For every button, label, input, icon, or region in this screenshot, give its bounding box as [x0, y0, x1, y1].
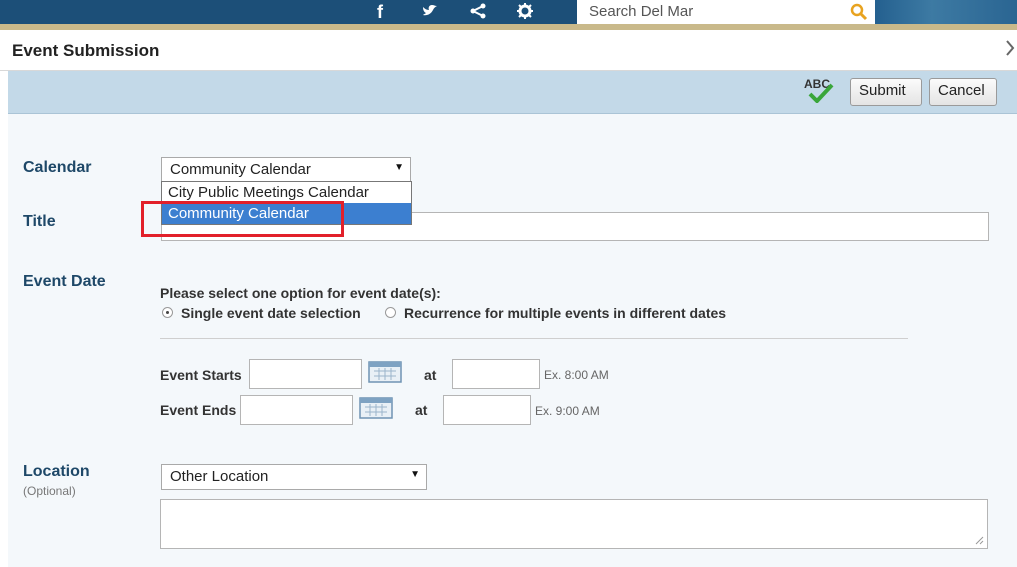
- resize-handle-icon[interactable]: [975, 536, 984, 545]
- caret-down-icon: ▼: [410, 469, 420, 480]
- location-details-textarea[interactable]: [160, 499, 988, 549]
- submit-button[interactable]: Submit: [850, 78, 922, 106]
- start-time-example: Ex. 8:00 AM: [544, 368, 609, 382]
- dialog-title: Event Submission: [12, 41, 160, 60]
- checkmark-icon: [808, 83, 834, 103]
- event-end-date-input[interactable]: [240, 395, 353, 425]
- at-label: at: [415, 402, 428, 418]
- recurrence-option-label[interactable]: Recurrence for multiple events in differ…: [404, 305, 726, 321]
- location-selected-value: Other Location: [170, 468, 269, 485]
- section-divider: [160, 338, 908, 339]
- event-ends-label: Event Ends: [160, 402, 237, 418]
- event-start-date-input[interactable]: [249, 359, 362, 389]
- end-time-example: Ex. 9:00 AM: [535, 404, 600, 418]
- share-icon[interactable]: [468, 2, 488, 22]
- calendar-option-city-public-meetings[interactable]: City Public Meetings Calendar: [162, 182, 411, 203]
- twitter-icon[interactable]: [420, 2, 440, 22]
- event-start-time-input[interactable]: [452, 359, 540, 389]
- calendar-icon[interactable]: [359, 397, 393, 419]
- event-end-time-input[interactable]: [443, 395, 531, 425]
- location-select[interactable]: Other Location ▼: [161, 464, 427, 490]
- calendar-selected-value: Community Calendar: [170, 161, 311, 178]
- search-placeholder: Search Del Mar: [589, 3, 694, 20]
- cancel-button[interactable]: Cancel: [929, 78, 997, 106]
- spellcheck-button[interactable]: ABC: [798, 77, 838, 105]
- annotation-highlight-box: [141, 201, 344, 237]
- gear-icon[interactable]: [515, 2, 535, 22]
- event-date-prompt: Please select one option for event date(…: [160, 285, 441, 301]
- calendar-label: Calendar: [23, 159, 92, 176]
- at-label: at: [424, 367, 437, 383]
- radio-single-date[interactable]: [162, 307, 173, 318]
- site-header: f Search Del Mar: [0, 0, 1017, 30]
- calendar-icon[interactable]: [368, 361, 402, 383]
- dialog-toolbar: ABC Submit Cancel: [8, 71, 1017, 114]
- chevron-right-icon[interactable]: [1005, 39, 1015, 63]
- facebook-icon[interactable]: f: [370, 2, 390, 22]
- caret-down-icon: ▼: [394, 162, 404, 173]
- site-search-input[interactable]: Search Del Mar: [577, 0, 875, 24]
- header-banner: [875, 0, 1017, 24]
- location-optional-note: (Optional): [23, 484, 76, 498]
- event-date-label: Event Date: [23, 273, 106, 290]
- event-starts-label: Event Starts: [160, 367, 242, 383]
- dialog-header: Event Submission: [0, 30, 1017, 71]
- radio-recurrence[interactable]: [385, 307, 396, 318]
- single-date-option-label[interactable]: Single event date selection: [181, 305, 361, 321]
- calendar-select[interactable]: Community Calendar ▼: [161, 157, 411, 183]
- location-label: Location: [23, 463, 90, 480]
- search-icon[interactable]: [850, 3, 868, 26]
- title-label: Title: [23, 213, 56, 230]
